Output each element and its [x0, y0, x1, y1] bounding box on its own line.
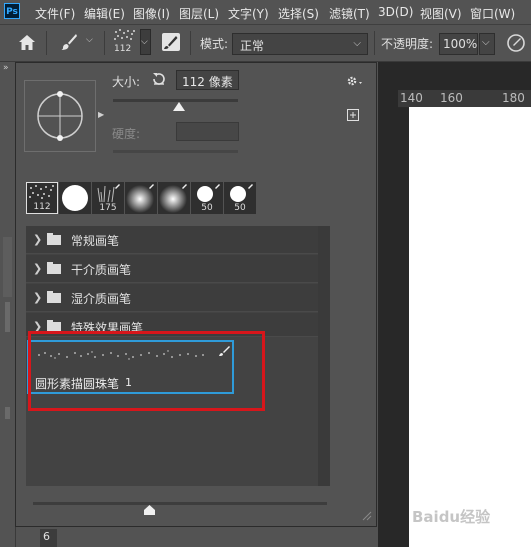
- hardness-input: [176, 122, 239, 141]
- brush-tip-thumbnail-icon[interactable]: [113, 28, 137, 42]
- soft-round-brush-icon: [126, 184, 154, 213]
- preview-size-slider-thumb[interactable]: [143, 504, 156, 516]
- brush-picker-button[interactable]: ⌵: [140, 29, 151, 55]
- chevron-down-icon: ⌵: [353, 38, 361, 49]
- tool-number: 6: [43, 530, 50, 543]
- left-toolbar: »: [0, 62, 16, 547]
- pressure-opacity-icon[interactable]: [506, 33, 526, 53]
- folder-icon: [47, 262, 61, 274]
- hardness-label: 硬度:: [112, 127, 141, 141]
- hard-round-brush-icon: [62, 185, 88, 211]
- chevron-right-icon: ❯: [33, 233, 43, 246]
- brush-group-row[interactable]: ❯ 湿介质画笔: [26, 284, 318, 312]
- menu-view[interactable]: 视图(V): [420, 5, 462, 22]
- size-label: 大小:: [112, 75, 141, 89]
- folder-icon: [47, 233, 61, 245]
- brush-group-row[interactable]: ❯ 干介质画笔: [26, 255, 318, 283]
- tool-slot[interactable]: [5, 407, 10, 419]
- menu-bar: Ps 文件(F) 编辑(E) 图像(I) 图层(L) 文字(Y) 选择(S) 滤…: [0, 0, 531, 25]
- tool-slot[interactable]: 6: [40, 529, 57, 547]
- mode-value: 正常: [240, 39, 265, 53]
- recent-brush-tile[interactable]: 50: [191, 182, 223, 214]
- tool-preset-chevron-icon[interactable]: ⌵: [86, 35, 93, 45]
- options-bar: ⌵ 112 ⌵ 模式: 正常 ⌵ 不透明度: 100% ⌵: [0, 25, 531, 62]
- resize-grip-icon[interactable]: [360, 509, 372, 521]
- menu-type[interactable]: 文字(Y): [228, 5, 269, 22]
- brush-settings-panel-button[interactable]: [162, 33, 180, 51]
- angle-arrow-icon: ▶: [98, 110, 105, 119]
- expand-toolbar-icon[interactable]: »: [3, 63, 9, 73]
- opacity-input[interactable]: 100%: [439, 33, 478, 55]
- opacity-value: 100%: [443, 37, 478, 51]
- canvas[interactable]: [409, 107, 531, 547]
- photoshop-logo[interactable]: Ps: [4, 3, 20, 19]
- brush-settings-icon: [164, 36, 178, 49]
- folder-icon: [47, 291, 61, 303]
- recent-brush-size: 112: [33, 202, 51, 212]
- brush-group-label: 干介质画笔: [71, 263, 132, 277]
- size-input[interactable]: 112 像素: [176, 70, 239, 90]
- tool-slot[interactable]: [3, 237, 12, 297]
- highlight-box: [28, 331, 265, 411]
- ruler-label: 160: [440, 91, 463, 105]
- reset-size-icon[interactable]: [152, 72, 166, 86]
- mode-select[interactable]: 正常 ⌵: [232, 33, 368, 55]
- recent-brush-tile[interactable]: [158, 182, 190, 214]
- ruler-label: 180: [502, 91, 525, 105]
- menu-window[interactable]: 窗口(W): [470, 5, 515, 22]
- hard-round-small-brush-icon: [230, 184, 253, 202]
- opacity-dropdown-button[interactable]: ⌵: [479, 33, 495, 55]
- brush-angle-roundness-icon: [37, 91, 83, 141]
- menu-image[interactable]: 图像(I): [133, 5, 170, 22]
- chevron-right-icon: ❯: [33, 262, 43, 275]
- list-scrollbar[interactable]: [318, 226, 330, 486]
- chevron-down-icon: ⌵: [141, 37, 148, 47]
- hardness-slider-track: [113, 150, 238, 153]
- menu-file[interactable]: 文件(F): [35, 5, 75, 22]
- menu-filter[interactable]: 滤镜(T): [329, 5, 370, 22]
- recent-brush-tile[interactable]: 112: [26, 182, 58, 214]
- grass-brush-icon: [97, 184, 120, 203]
- tool-slot[interactable]: [5, 302, 10, 332]
- ruler-label: 140: [400, 91, 423, 105]
- new-preset-icon[interactable]: [347, 109, 359, 121]
- recent-brush-size: 175: [99, 203, 117, 213]
- gear-icon[interactable]: [346, 74, 364, 88]
- chevron-down-icon: ⌵: [482, 37, 490, 48]
- chevron-right-icon: ❯: [33, 291, 43, 304]
- recent-brush-size: 50: [201, 203, 213, 213]
- soft-round-brush-icon: [159, 184, 187, 213]
- opacity-label: 不透明度:: [381, 37, 434, 51]
- preview-size-slider-track[interactable]: [33, 502, 327, 505]
- hard-round-small-brush-icon: [197, 184, 220, 202]
- brush-group-row[interactable]: ❯ 常规画笔: [26, 226, 318, 254]
- recent-brush-tile[interactable]: [125, 182, 157, 214]
- brush-size-readout: 112: [114, 44, 132, 54]
- menu-select[interactable]: 选择(S): [278, 5, 319, 22]
- menu-3d[interactable]: 3D(D): [378, 5, 413, 19]
- brush-tip-preview[interactable]: [24, 80, 96, 152]
- recent-brush-tile[interactable]: [59, 182, 91, 214]
- mode-label: 模式:: [200, 37, 229, 51]
- menu-layer[interactable]: 图层(L): [179, 5, 219, 22]
- size-value: 112 像素: [182, 75, 233, 89]
- home-icon[interactable]: [18, 34, 36, 51]
- recent-brush-tile[interactable]: 50: [224, 182, 256, 214]
- recent-brush-tile[interactable]: 175: [92, 182, 124, 214]
- watermark: Baidu经验: [412, 508, 491, 526]
- recent-brush-size: 50: [234, 203, 246, 213]
- horizontal-ruler: 140 160 180: [398, 90, 531, 108]
- brush-tool-icon[interactable]: [60, 33, 78, 51]
- menu-edit[interactable]: 编辑(E): [84, 5, 125, 22]
- size-slider-thumb[interactable]: [173, 102, 185, 111]
- brush-group-label: 常规画笔: [71, 234, 120, 248]
- brush-group-label: 湿介质画笔: [71, 292, 132, 306]
